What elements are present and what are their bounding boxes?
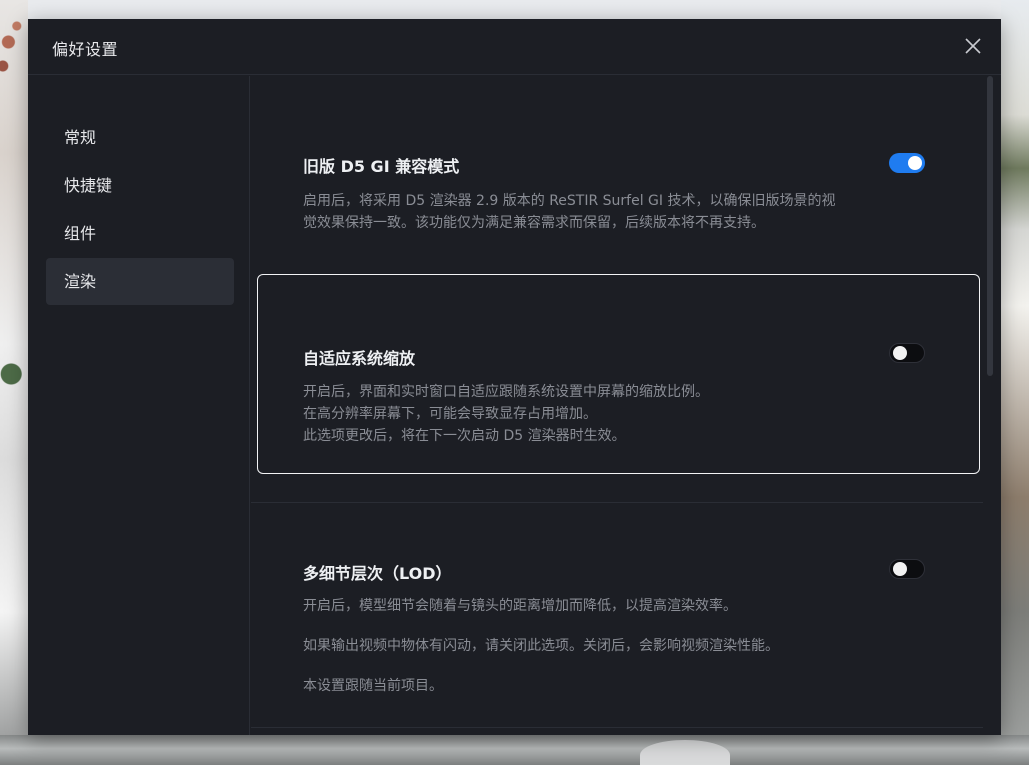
sidebar-item-components[interactable]: 组件 <box>46 210 234 257</box>
close-icon <box>965 38 981 54</box>
background-shrub <box>0 350 28 390</box>
setting-adaptive-scaling: 自适应系统缩放 开启后，界面和实时窗口自适应跟随系统设置中屏幕的缩放比例。 在高… <box>251 274 983 474</box>
sidebar-item-label: 常规 <box>64 128 97 147</box>
section-divider <box>251 727 983 728</box>
setting-title: 旧版 D5 GI 兼容模式 <box>303 157 460 176</box>
sidebar-item-shortcuts[interactable]: 快捷键 <box>46 162 234 209</box>
background-rock <box>640 740 730 765</box>
setting-legacy-gi: 旧版 D5 GI 兼容模式 启用后，将采用 D5 渲染器 2.9 版本的 ReS… <box>251 76 983 271</box>
sidebar-item-label: 组件 <box>64 224 97 243</box>
description-line: 此选项更改后，将在下一次启动 D5 渲染器时生效。 <box>303 428 626 444</box>
legacy-gi-toggle[interactable] <box>889 153 925 173</box>
sidebar-item-label: 渲染 <box>64 272 97 291</box>
setting-description: 开启后，模型细节会随着与镜头的距离增加而降低，以提高渲染效率。 如果输出视频中物… <box>303 595 933 697</box>
background-scene-left <box>0 0 28 765</box>
description-line: 如果输出视频中物体有闪动，请关闭此选项。关闭后，会影响视频渲染性能。 <box>303 638 779 654</box>
description-line: 觉效果保持一致。该功能仅为满足兼容需求而保留，后续版本将不再支持。 <box>303 215 765 231</box>
toggle-knob <box>893 562 907 576</box>
settings-content: 旧版 D5 GI 兼容模式 启用后，将采用 D5 渲染器 2.9 版本的 ReS… <box>251 76 1001 735</box>
description-line: 开启后，模型细节会随着与镜头的距离增加而降低，以提高渲染效率。 <box>303 598 737 614</box>
setting-lod: 多细节层次（LOD） 开启后，模型细节会随着与镜头的距离增加而降低，以提高渲染效… <box>251 503 983 735</box>
toggle-knob <box>908 156 922 170</box>
sidebar-item-general[interactable]: 常规 <box>46 114 234 161</box>
sidebar-item-label: 快捷键 <box>64 176 113 195</box>
setting-title: 多细节层次（LOD） <box>303 564 452 583</box>
background-scene-right <box>1001 0 1029 765</box>
close-button[interactable] <box>963 36 983 56</box>
background-scene-bottom <box>0 735 1029 765</box>
description-line: 启用后，将采用 D5 渲染器 2.9 版本的 ReSTIR Surfel GI … <box>303 193 836 209</box>
description-line: 本设置跟随当前项目。 <box>303 678 443 694</box>
adaptive-scaling-toggle[interactable] <box>889 343 925 363</box>
setting-description: 开启后，界面和实时窗口自适应跟随系统设置中屏幕的缩放比例。 在高分辨率屏幕下，可… <box>303 381 933 447</box>
description-line: 开启后，界面和实时窗口自适应跟随系统设置中屏幕的缩放比例。 <box>303 384 709 400</box>
dialog-header: 偏好设置 <box>28 19 1001 75</box>
preferences-dialog: 偏好设置 常规 快捷键 组件 渲染 旧版 D5 GI 兼容模式 启用后，将采用 … <box>28 19 1001 735</box>
background-tree <box>0 10 28 90</box>
sidebar: 常规 快捷键 组件 渲染 <box>28 76 250 735</box>
content-scrollbar[interactable] <box>987 76 993 376</box>
setting-description: 启用后，将采用 D5 渲染器 2.9 版本的 ReSTIR Surfel GI … <box>303 190 933 234</box>
sidebar-item-rendering[interactable]: 渲染 <box>46 258 234 305</box>
dialog-title: 偏好设置 <box>52 40 119 59</box>
setting-title: 自适应系统缩放 <box>303 349 416 368</box>
description-line: 在高分辨率屏幕下，可能会导致显存占用增加。 <box>303 406 597 422</box>
toggle-knob <box>893 346 907 360</box>
lod-toggle[interactable] <box>889 559 925 579</box>
